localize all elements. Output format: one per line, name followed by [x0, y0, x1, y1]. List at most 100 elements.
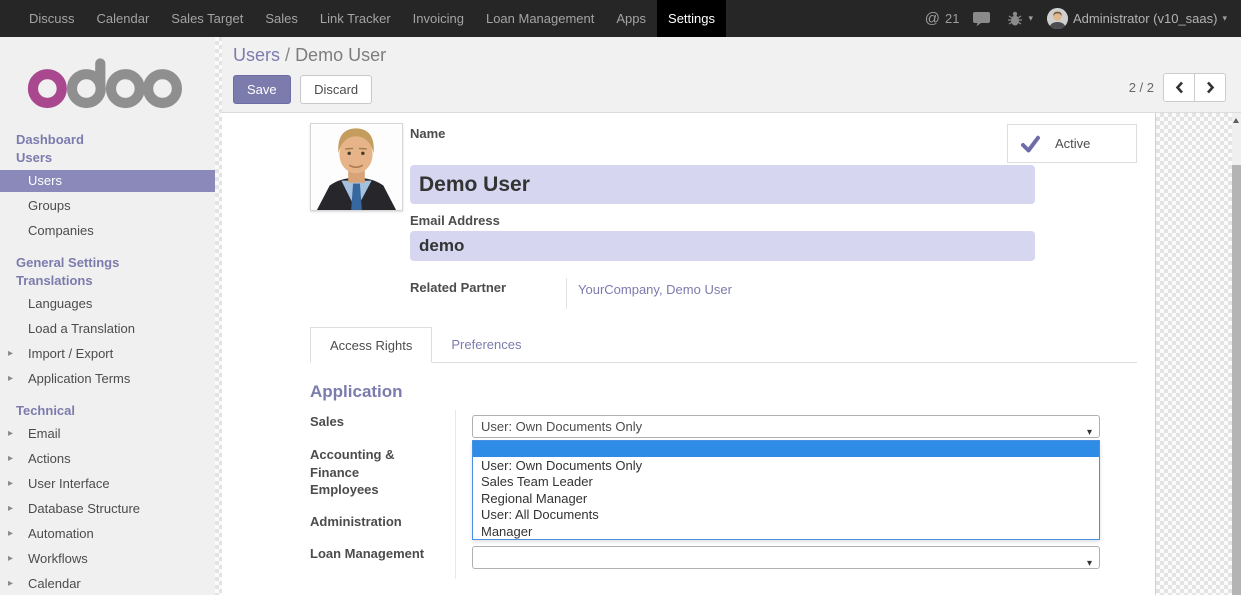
bug-icon	[1007, 10, 1023, 27]
sidebar-menu: Dashboard Users Users Groups Companies G…	[0, 131, 215, 595]
record-action-buttons: Save Discard	[233, 75, 372, 104]
top-navbar: Discuss Calendar Sales Target Sales Link…	[0, 0, 1241, 37]
active-label: Active	[1055, 136, 1090, 151]
save-button[interactable]: Save	[233, 75, 291, 104]
sidebar-content-divider	[215, 37, 222, 595]
sidebar-item-user-interface[interactable]: ▸User Interface	[0, 473, 215, 495]
sidebar-item-groups[interactable]: Groups	[0, 195, 215, 217]
user-name: Administrator (v10_saas)	[1073, 11, 1218, 26]
email-input[interactable]	[410, 231, 1035, 261]
sidebar-item-companies[interactable]: Companies	[0, 220, 215, 242]
name-label: Name	[410, 126, 445, 141]
related-partner-link[interactable]: YourCompany, Demo User	[578, 282, 732, 297]
checkmark-icon	[1020, 135, 1041, 153]
sidebar-item-actions[interactable]: ▸Actions	[0, 448, 215, 470]
sidebar-item-automation[interactable]: ▸Automation	[0, 523, 215, 545]
sidebar-header-users[interactable]: Users	[0, 149, 215, 167]
accounting-finance-label: Accounting & Finance	[310, 446, 430, 482]
top-menu: Discuss Calendar Sales Target Sales Link…	[0, 0, 726, 37]
notebook-tabs: Access Rights Preferences	[310, 327, 1137, 363]
menu-apps[interactable]: Apps	[605, 0, 657, 37]
mention-count: 21	[945, 11, 959, 26]
user-menu[interactable]: Administrator (v10_saas) ▾	[1047, 8, 1227, 29]
sidebar-item-users[interactable]: Users	[0, 170, 215, 192]
mentions-counter[interactable]: @ 21	[925, 10, 960, 27]
dropdown-option-regional-manager[interactable]: Regional Manager	[473, 491, 1099, 507]
app-sidebar: Dashboard Users Users Groups Companies G…	[0, 37, 215, 595]
vertical-scrollbar[interactable]	[1232, 113, 1241, 595]
avatar	[1047, 8, 1068, 29]
name-input[interactable]	[410, 165, 1035, 204]
scroll-up-arrow-icon[interactable]	[1233, 118, 1239, 123]
menu-sales[interactable]: Sales	[254, 0, 309, 37]
odoo-logo	[0, 37, 215, 128]
sales-select-value: User: Own Documents Only	[481, 419, 642, 434]
record-pager: 2 / 2	[1129, 73, 1226, 102]
top-right-tools: @ 21 ▾	[925, 0, 1241, 37]
email-label: Email Address	[410, 213, 500, 228]
transparent-region	[1155, 113, 1232, 595]
sales-select-dropdown: User: Own Documents Only Sales Team Lead…	[472, 440, 1100, 540]
expand-caret-icon: ▸	[8, 473, 13, 495]
expand-caret-icon: ▸	[8, 343, 13, 365]
sidebar-header-translations[interactable]: Translations	[0, 272, 215, 290]
expand-caret-icon: ▸	[8, 573, 13, 595]
menu-loan-management[interactable]: Loan Management	[475, 0, 605, 37]
sidebar-item-calendar[interactable]: ▸Calendar	[0, 573, 215, 595]
menu-sales-target[interactable]: Sales Target	[160, 0, 254, 37]
sidebar-header-dashboard[interactable]: Dashboard	[0, 131, 215, 149]
dropdown-option-sales-team-leader[interactable]: Sales Team Leader	[473, 474, 1099, 490]
odoo-app: Discuss Calendar Sales Target Sales Link…	[0, 0, 1241, 595]
messages-icon[interactable]	[973, 11, 993, 27]
group-separator-line	[455, 410, 456, 579]
control-panel: Users / Demo User Save Discard 2 / 2	[222, 37, 1241, 113]
chevron-down-icon: ▾	[1028, 13, 1033, 24]
sidebar-item-import-export[interactable]: ▸Import / Export	[0, 343, 215, 365]
dropdown-option-user-all-documents[interactable]: User: All Documents	[473, 507, 1099, 523]
application-section-title: Application	[310, 382, 403, 402]
field-separator	[566, 278, 567, 309]
sales-label: Sales	[310, 414, 344, 429]
expand-caret-icon: ▸	[8, 368, 13, 390]
user-photo[interactable]	[310, 123, 403, 211]
dropdown-option-manager[interactable]: Manager	[473, 524, 1099, 540]
breadcrumb-separator: /	[285, 45, 290, 65]
menu-invoicing[interactable]: Invoicing	[402, 0, 475, 37]
expand-caret-icon: ▸	[8, 548, 13, 570]
user-form-sheet: Name Active Email Address Related Partne…	[222, 113, 1155, 595]
dropdown-option-blank[interactable]	[473, 441, 1099, 457]
sidebar-header-general-settings[interactable]: General Settings	[0, 254, 215, 272]
expand-caret-icon: ▸	[8, 448, 13, 470]
menu-settings[interactable]: Settings	[657, 0, 726, 37]
select-caret-icon: ▾	[1087, 553, 1092, 574]
dropdown-option-user-own-documents-only[interactable]: User: Own Documents Only	[473, 458, 1099, 474]
breadcrumb-users-link[interactable]: Users	[233, 45, 280, 65]
debug-menu[interactable]: ▾	[1007, 10, 1033, 27]
expand-caret-icon: ▸	[8, 498, 13, 520]
sidebar-item-application-terms[interactable]: ▸Application Terms	[0, 368, 215, 390]
menu-link-tracker[interactable]: Link Tracker	[309, 0, 402, 37]
chevron-down-icon: ▾	[1222, 13, 1227, 24]
expand-caret-icon: ▸	[8, 523, 13, 545]
sidebar-item-email[interactable]: ▸Email	[0, 423, 215, 445]
loan-management-label: Loan Management	[310, 546, 424, 561]
sales-select[interactable]: User: Own Documents Only ▾	[472, 415, 1100, 438]
active-checkbox[interactable]: Active	[1007, 124, 1137, 163]
sidebar-header-technical[interactable]: Technical	[0, 402, 215, 420]
sidebar-item-languages[interactable]: Languages	[0, 293, 215, 315]
menu-discuss[interactable]: Discuss	[18, 0, 86, 37]
sidebar-item-workflows[interactable]: ▸Workflows	[0, 548, 215, 570]
discard-button[interactable]: Discard	[300, 75, 372, 104]
sidebar-item-database-structure[interactable]: ▸Database Structure	[0, 498, 215, 520]
tab-preferences[interactable]: Preferences	[432, 327, 540, 362]
expand-caret-icon: ▸	[8, 423, 13, 445]
loan-management-select[interactable]: ▾	[472, 546, 1100, 569]
pager-previous-button[interactable]	[1163, 73, 1195, 102]
pager-count: 2 / 2	[1129, 80, 1154, 95]
pager-next-button[interactable]	[1194, 73, 1226, 102]
sidebar-item-load-a-translation[interactable]: Load a Translation	[0, 318, 215, 340]
scrollbar-thumb[interactable]	[1232, 165, 1241, 595]
employees-label: Employees	[310, 482, 379, 497]
menu-calendar[interactable]: Calendar	[86, 0, 161, 37]
tab-access-rights[interactable]: Access Rights	[310, 327, 432, 363]
